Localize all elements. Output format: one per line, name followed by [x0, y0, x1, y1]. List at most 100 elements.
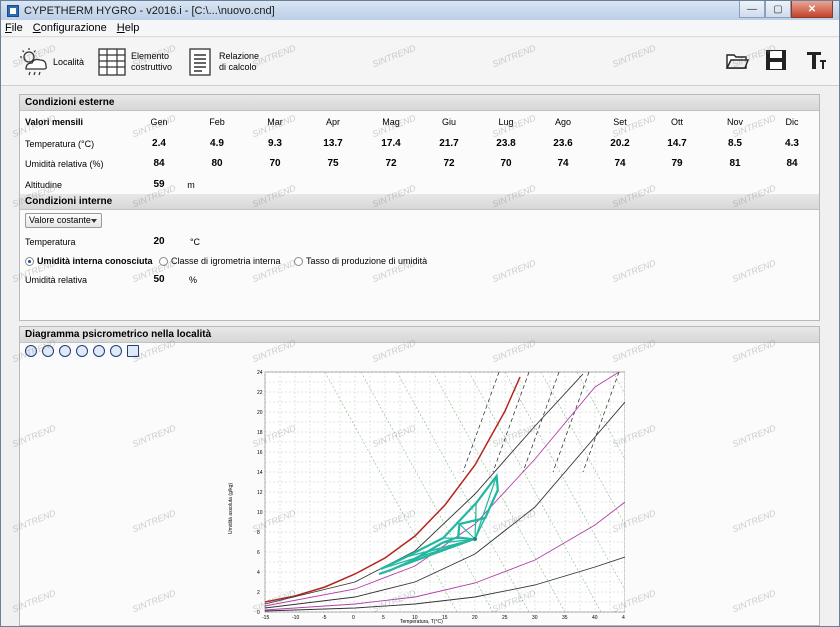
- y-tick-label: 24: [257, 370, 263, 376]
- humidity-cell[interactable]: 81: [710, 157, 760, 171]
- humidity-cell[interactable]: 74: [538, 157, 588, 171]
- export-icon[interactable]: [127, 345, 139, 357]
- weather-icon: [20, 48, 47, 76]
- zoom-in-icon[interactable]: [59, 345, 71, 357]
- x-axis-label: Temperatura, T(°C): [400, 619, 443, 625]
- humidity-cell[interactable]: 72: [366, 157, 416, 171]
- menu-file[interactable]: File: [5, 22, 23, 34]
- window-title: CYPETHERM HYGRO - v2016.i - [C:\...\nuov…: [24, 4, 275, 17]
- temperature-cell[interactable]: 23.8: [481, 137, 531, 151]
- temperature-cell[interactable]: 23.6: [538, 137, 588, 151]
- temperature-cell[interactable]: 4.9: [192, 137, 242, 151]
- zoom-window-icon[interactable]: [42, 345, 54, 357]
- month-header: Apr: [325, 117, 340, 127]
- humidity-cell[interactable]: 70: [250, 157, 300, 171]
- y-axis-label: Umidità assoluta (g/kg): [228, 483, 234, 534]
- x-tick-label: -10: [292, 615, 299, 621]
- x-tick-label: 30: [532, 615, 538, 621]
- temperature-cell[interactable]: 17.4: [366, 137, 416, 151]
- zoom-out-icon[interactable]: [93, 345, 105, 357]
- y-tick-label: 22: [257, 390, 263, 396]
- x-tick-label: 15: [442, 615, 448, 621]
- external-conditions-header: Condizioni esterne: [20, 95, 819, 111]
- chevron-down-icon: [91, 219, 97, 223]
- y-tick-label: 16: [257, 450, 263, 456]
- text-icon[interactable]: [804, 48, 828, 72]
- internal-rh-unit: %: [188, 275, 197, 285]
- x-tick-label: -5: [322, 615, 327, 621]
- temperature-cell[interactable]: 8.5: [710, 137, 760, 151]
- month-header: Lug: [498, 117, 514, 127]
- app-icon: [7, 4, 19, 17]
- x-tick-label: 45: [622, 615, 625, 621]
- temperature-label: Temperatura (°C): [25, 139, 95, 149]
- psychrometric-chart[interactable]: -15-10-505101520253035404502468101214161…: [225, 364, 625, 626]
- save-icon[interactable]: [764, 48, 788, 72]
- y-tick-label: 6: [257, 550, 260, 556]
- internal-rh-label: Umidità relativa: [25, 275, 88, 285]
- humidity-cell[interactable]: 72: [424, 157, 474, 171]
- conditions-panel: Condizioni esterne Valori mensili Gen Feb…: [19, 94, 820, 321]
- localita-label: Località: [53, 56, 85, 67]
- internal-temperature-label: Temperatura: [25, 237, 76, 247]
- radio-moisture-production[interactable]: Tasso di produzione di umidità: [294, 255, 427, 267]
- menu-configurazione[interactable]: Configurazione: [33, 22, 107, 34]
- temperature-cell[interactable]: 4.3: [767, 137, 817, 151]
- y-tick-label: 4: [257, 570, 260, 576]
- month-header: Ago: [554, 117, 571, 127]
- humidity-label: Umidità relativa (%): [25, 159, 104, 169]
- month-header: Mar: [267, 117, 283, 127]
- menu-help[interactable]: Help: [117, 22, 140, 34]
- radio-dot: [294, 256, 303, 266]
- month-header: Dic: [785, 117, 799, 127]
- y-tick-label: 14: [257, 470, 263, 476]
- humidity-cell[interactable]: 84: [767, 157, 817, 171]
- internal-temperature-unit: °C: [189, 237, 201, 247]
- temperature-cell[interactable]: 20.2: [595, 137, 645, 151]
- temperature-cell[interactable]: 2.4: [134, 137, 184, 151]
- month-header: Ott: [670, 117, 683, 127]
- humidity-cell[interactable]: 75: [308, 157, 358, 171]
- refresh-icon[interactable]: [76, 345, 88, 357]
- y-tick-label: 2: [257, 590, 260, 596]
- x-tick-label: -15: [262, 615, 269, 621]
- monthly-values-label: Valori mensili: [25, 117, 84, 127]
- temperature-cell[interactable]: 21.7: [424, 137, 474, 151]
- close-button[interactable]: ✕: [791, 1, 833, 18]
- x-tick-label: 5: [382, 615, 385, 621]
- title-bar: CYPETHERM HYGRO - v2016.i - [C:\...\nuov…: [1, 1, 839, 20]
- localita-button[interactable]: Località: [19, 44, 84, 80]
- humidity-cell[interactable]: 74: [595, 157, 645, 171]
- relazione-di-calcolo-button[interactable]: Relazione di calcolo: [185, 44, 259, 80]
- month-header: Giu: [441, 117, 456, 127]
- zoom-extents-icon[interactable]: [25, 345, 37, 357]
- humidity-cell[interactable]: 84: [134, 157, 184, 171]
- open-folder-icon[interactable]: [725, 48, 749, 72]
- pan-hand-icon[interactable]: [110, 345, 122, 357]
- menu-bar: File Configurazione Help: [1, 20, 839, 37]
- x-tick-label: 25: [502, 615, 508, 621]
- minimize-button[interactable]: —: [739, 1, 765, 18]
- radio-dot-selected: [25, 256, 34, 266]
- humidity-cell[interactable]: 79: [652, 157, 702, 171]
- relazione-label: Relazione di calcolo: [219, 51, 260, 72]
- diagram-toolbar: [25, 345, 144, 357]
- psychrometric-panel: Diagramma psicrometrico nella località -…: [19, 326, 820, 626]
- x-tick-label: 35: [562, 615, 568, 621]
- y-tick-label: 20: [257, 410, 263, 416]
- radio-hygrometry-class[interactable]: Classe di igrometria interna: [159, 255, 281, 267]
- radio-dot: [159, 256, 168, 266]
- humidity-cell[interactable]: 80: [192, 157, 242, 171]
- humidity-cell[interactable]: 70: [481, 157, 531, 171]
- month-header: Nov: [726, 117, 743, 127]
- y-tick-label: 10: [257, 510, 263, 516]
- temperature-cell[interactable]: 9.3: [250, 137, 300, 151]
- radio-known-humidity[interactable]: Umidità interna conosciuta: [25, 255, 153, 267]
- internal-mode-select[interactable]: Valore costante: [25, 213, 102, 228]
- temperature-cell[interactable]: 13.7: [308, 137, 358, 151]
- diagram-header: Diagramma psicrometrico nella località: [20, 327, 819, 343]
- temperature-cell[interactable]: 14.7: [652, 137, 702, 151]
- month-header: Mag: [382, 117, 400, 127]
- maximize-button[interactable]: ▢: [765, 1, 791, 18]
- elemento-costruttivo-button[interactable]: Elemento costruttivo: [97, 44, 172, 80]
